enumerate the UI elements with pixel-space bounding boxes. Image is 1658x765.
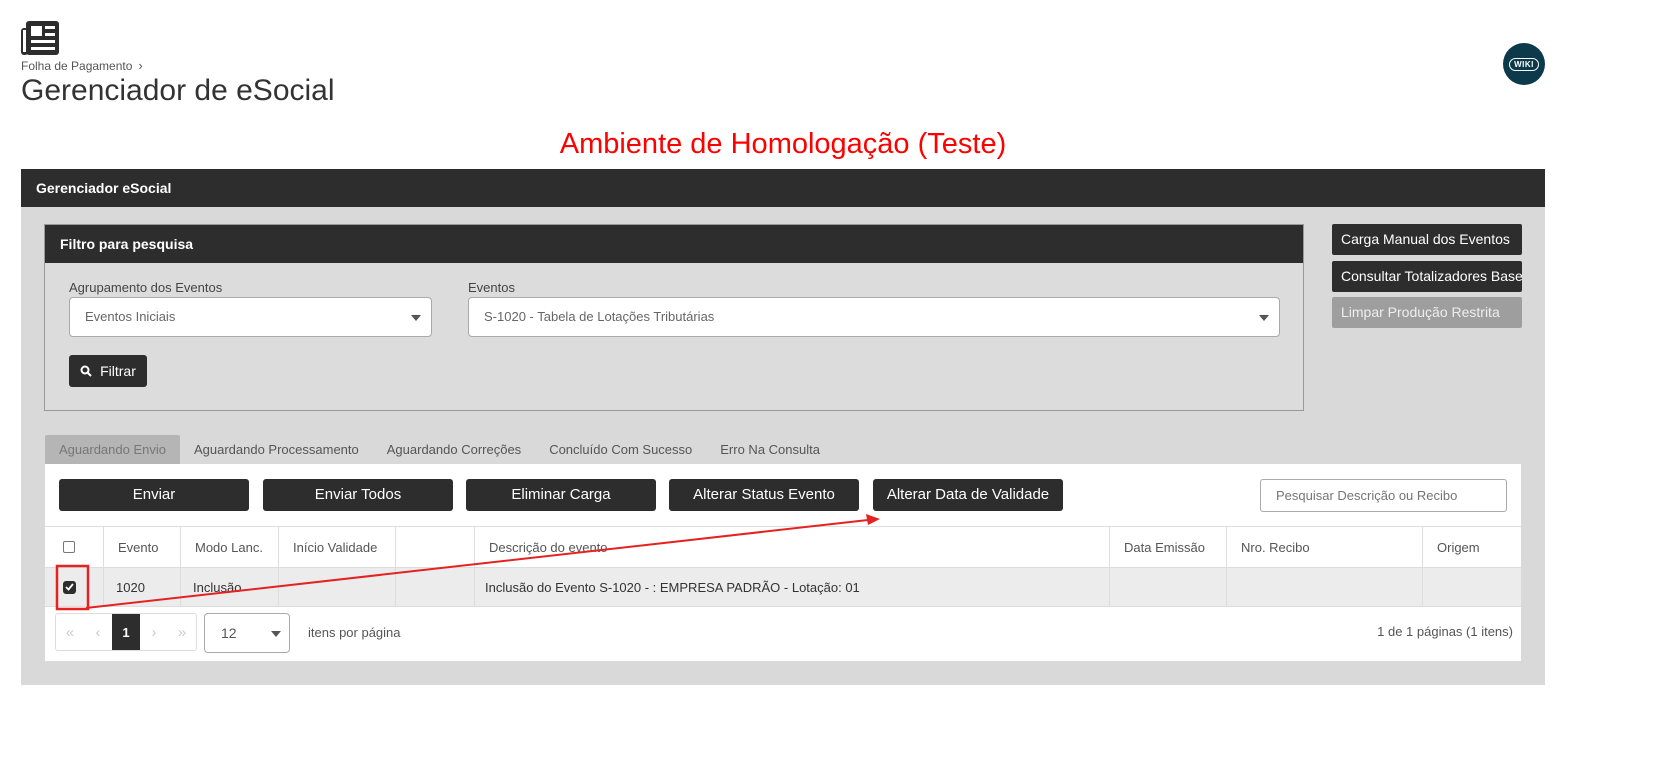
page-size-select[interactable]: 12 bbox=[204, 613, 290, 653]
col-blank bbox=[396, 527, 475, 567]
col-origem[interactable]: Origem bbox=[1423, 527, 1521, 567]
chevron-right-icon: › bbox=[138, 58, 143, 73]
caret-down-icon bbox=[411, 315, 421, 321]
row-checkbox[interactable] bbox=[63, 580, 76, 594]
row-select-cell bbox=[45, 568, 104, 606]
page-info: 1 de 1 páginas (1 itens) bbox=[1377, 624, 1513, 639]
manual-load-button[interactable]: Carga Manual dos Eventos bbox=[1332, 224, 1522, 255]
tab-erro-consulta[interactable]: Erro Na Consulta bbox=[706, 435, 834, 464]
col-evento[interactable]: Evento bbox=[104, 527, 181, 567]
cell-evento: 1020 bbox=[104, 568, 181, 606]
col-descricao[interactable]: Descrição do evento bbox=[475, 527, 1110, 567]
events-select[interactable]: S-1020 - Tabela de Lotações Tributárias bbox=[468, 297, 1280, 337]
search-icon bbox=[80, 365, 92, 377]
table-header: Evento Modo Lanc. Início Validade Descri… bbox=[45, 527, 1521, 568]
send-all-button[interactable]: Enviar Todos bbox=[263, 479, 453, 511]
table-row[interactable]: 1020 Inclusão Inclusão do Evento S-1020 … bbox=[45, 568, 1521, 607]
tab-aguardando-envio[interactable]: Aguardando Envio bbox=[45, 435, 180, 464]
change-status-button[interactable]: Alterar Status Evento bbox=[669, 479, 859, 511]
change-validity-button[interactable]: Alterar Data de Validade bbox=[873, 479, 1063, 511]
caret-down-icon bbox=[271, 631, 281, 637]
status-tabs: Aguardando Envio Aguardando Processament… bbox=[45, 435, 834, 464]
col-modo[interactable]: Modo Lanc. bbox=[181, 527, 279, 567]
wiki-button[interactable]: WIKI bbox=[1503, 43, 1545, 85]
check-icon bbox=[65, 583, 74, 591]
send-button[interactable]: Enviar bbox=[59, 479, 249, 511]
filter-button[interactable]: Filtrar bbox=[69, 355, 147, 387]
breadcrumb: Folha de Pagamento › bbox=[21, 58, 143, 73]
environment-banner: Ambiente de Homologação (Teste) bbox=[559, 128, 1007, 160]
first-page-button[interactable]: « bbox=[56, 614, 84, 650]
cell-modo: Inclusão bbox=[181, 568, 279, 606]
events-label: Eventos bbox=[468, 280, 515, 295]
col-recibo[interactable]: Nro. Recibo bbox=[1227, 527, 1423, 567]
cell-data-emissao bbox=[1110, 568, 1227, 606]
caret-down-icon bbox=[1259, 315, 1269, 321]
cell-recibo bbox=[1227, 568, 1423, 606]
group-select[interactable]: Eventos Iniciais bbox=[69, 297, 432, 337]
select-all-checkbox[interactable] bbox=[63, 541, 75, 553]
filter-box: Filtro para pesquisa Agrupamento dos Eve… bbox=[44, 224, 1304, 411]
newspaper-icon bbox=[20, 20, 60, 56]
tab-aguardando-processamento[interactable]: Aguardando Processamento bbox=[180, 435, 373, 464]
esocial-panel: Gerenciador eSocial Filtro para pesquisa… bbox=[21, 169, 1545, 685]
delete-load-button[interactable]: Eliminar Carga bbox=[466, 479, 656, 511]
wiki-label: WIKI bbox=[1509, 57, 1539, 71]
cell-blank bbox=[396, 568, 475, 606]
page-title: Gerenciador de eSocial bbox=[21, 74, 335, 107]
pagination: « ‹ 1 › » bbox=[55, 613, 197, 651]
per-page-label: itens por página bbox=[308, 625, 401, 640]
group-label: Agrupamento dos Eventos bbox=[69, 280, 223, 295]
cell-inicio bbox=[279, 568, 396, 606]
col-data-emissao[interactable]: Data Emissão bbox=[1110, 527, 1227, 567]
tab-aguardando-correcoes[interactable]: Aguardando Correções bbox=[373, 435, 535, 464]
last-page-button[interactable]: » bbox=[168, 614, 196, 650]
panel-title: Gerenciador eSocial bbox=[21, 169, 1545, 207]
cell-descricao: Inclusão do Evento S-1020 - : EMPRESA PA… bbox=[475, 568, 1110, 606]
group-select-value: Eventos Iniciais bbox=[85, 309, 176, 324]
totalizers-button[interactable]: Consultar Totalizadores Base bbox=[1332, 261, 1522, 292]
search-input[interactable] bbox=[1260, 479, 1507, 512]
clear-restricted-button[interactable]: Limpar Produção Restrita bbox=[1332, 297, 1522, 328]
filter-title: Filtro para pesquisa bbox=[45, 225, 1303, 263]
next-page-button[interactable]: › bbox=[140, 614, 168, 650]
cell-origem bbox=[1423, 568, 1521, 606]
filter-button-label: Filtrar bbox=[100, 363, 136, 379]
page-size-value: 12 bbox=[221, 625, 237, 641]
col-inicio[interactable]: Início Validade bbox=[279, 527, 396, 567]
breadcrumb-item[interactable]: Folha de Pagamento bbox=[21, 59, 132, 73]
prev-page-button[interactable]: ‹ bbox=[84, 614, 112, 650]
select-all-cell bbox=[45, 527, 104, 567]
events-select-value: S-1020 - Tabela de Lotações Tributárias bbox=[484, 309, 715, 324]
tab-content: Enviar Enviar Todos Eliminar Carga Alter… bbox=[45, 464, 1521, 661]
events-table: Evento Modo Lanc. Início Validade Descri… bbox=[45, 526, 1521, 607]
current-page-button[interactable]: 1 bbox=[112, 614, 140, 650]
tab-concluido[interactable]: Concluído Com Sucesso bbox=[535, 435, 706, 464]
